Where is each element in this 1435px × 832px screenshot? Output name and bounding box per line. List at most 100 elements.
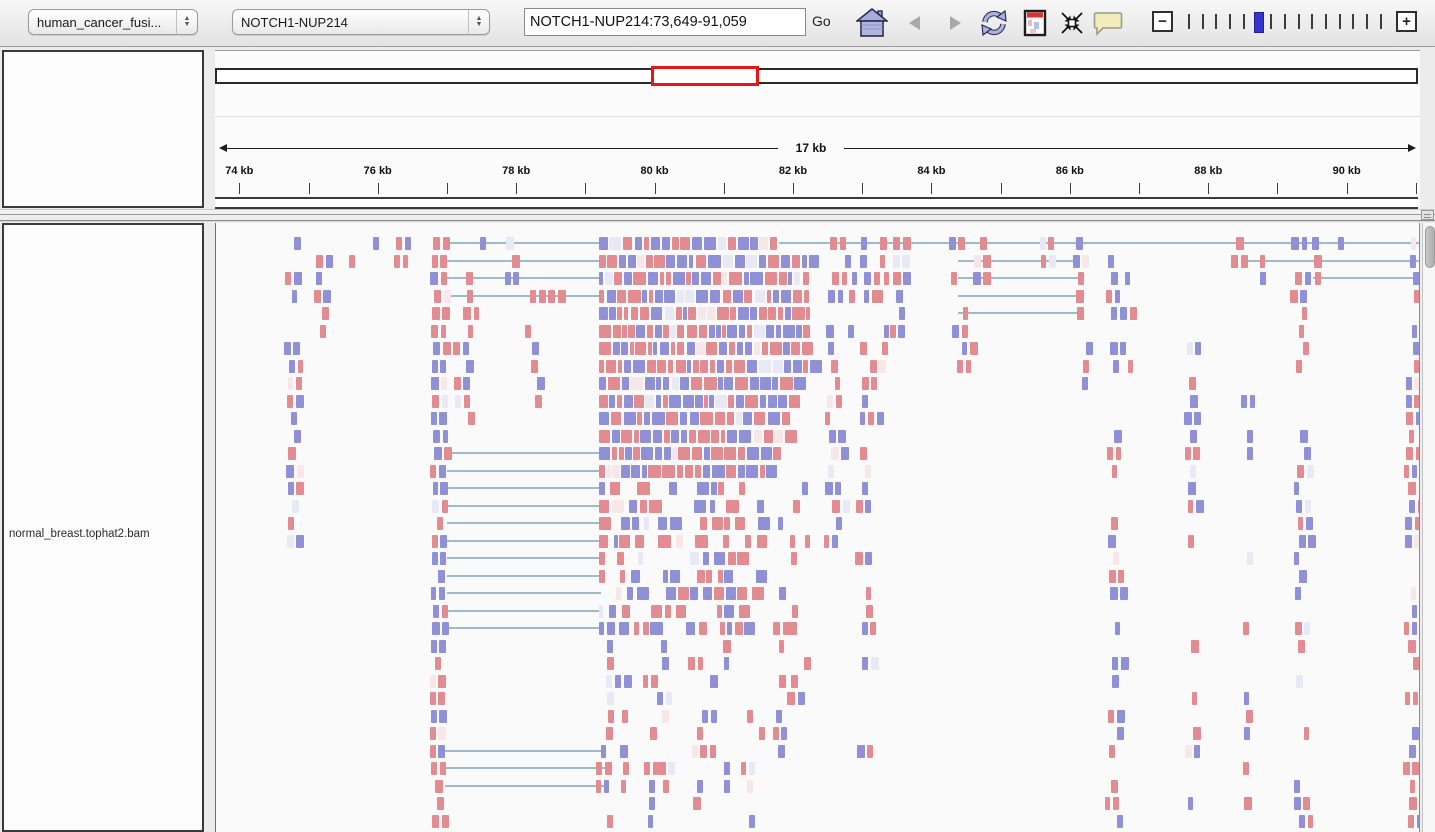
alignment-read[interactable] [644, 412, 650, 425]
alignment-read[interactable] [441, 272, 447, 285]
alignment-read[interactable] [835, 377, 840, 390]
alignment-read[interactable] [635, 342, 646, 355]
vertical-scrollbar[interactable] [1422, 223, 1435, 832]
alignment-read[interactable] [696, 342, 705, 355]
alignment-read[interactable] [439, 640, 446, 653]
alignment-read[interactable] [1306, 517, 1313, 530]
alignment-read[interactable] [893, 255, 900, 268]
alignment-read[interactable] [701, 272, 711, 285]
alignment-read[interactable] [1247, 447, 1253, 460]
alignment-read[interactable] [662, 237, 670, 250]
alignment-read[interactable] [617, 395, 622, 408]
alignment-read[interactable] [762, 342, 768, 355]
alignment-read[interactable] [903, 272, 910, 285]
alignment-read[interactable] [373, 237, 379, 250]
alignment-read[interactable] [1243, 762, 1249, 775]
alignment-read[interactable] [454, 377, 460, 390]
alignment-read[interactable] [609, 395, 615, 408]
alignment-read[interactable] [658, 517, 667, 530]
alignment-read[interactable] [1416, 447, 1420, 460]
alignment-read[interactable] [644, 237, 650, 250]
alignment-read[interactable] [1410, 255, 1416, 268]
alignment-read[interactable] [619, 535, 630, 548]
alignment-read[interactable] [738, 237, 749, 250]
alignment-read[interactable] [633, 447, 640, 460]
alignment-read[interactable] [613, 325, 621, 338]
alignment-read[interactable] [599, 605, 603, 618]
alignment-read[interactable] [612, 447, 617, 460]
alignment-read[interactable] [649, 290, 654, 303]
alignment-read[interactable] [1078, 272, 1084, 285]
alignment-read[interactable] [724, 377, 733, 390]
alignment-read[interactable] [768, 395, 777, 408]
alignment-read[interactable] [655, 447, 662, 460]
alignment-read[interactable] [637, 412, 642, 425]
alignment-read[interactable] [700, 517, 707, 530]
alignment-read[interactable] [864, 272, 871, 285]
alignment-read[interactable] [685, 465, 693, 478]
alignment-read[interactable] [696, 255, 706, 268]
alignment-read[interactable] [433, 482, 438, 495]
alignment-read[interactable] [1298, 640, 1305, 653]
alignment-read[interactable] [758, 517, 770, 530]
zoom-tick[interactable] [1229, 14, 1231, 29]
alignment-read[interactable] [663, 325, 668, 338]
alignment-read[interactable] [1406, 395, 1412, 408]
alignment-read[interactable] [860, 412, 865, 425]
alignment-read[interactable] [284, 342, 291, 355]
alignment-read[interactable] [599, 290, 604, 303]
alignment-read[interactable] [828, 342, 835, 355]
alignment-read[interactable] [438, 692, 445, 705]
alignment-read[interactable] [962, 342, 968, 355]
alignment-read[interactable] [530, 290, 536, 303]
alignment-read[interactable] [773, 290, 780, 303]
alignment-read[interactable] [1128, 360, 1133, 373]
alignment-read[interactable] [1241, 395, 1248, 408]
alignment-read[interactable] [746, 465, 758, 478]
alignment-read[interactable] [750, 377, 759, 390]
alignment-read[interactable] [1411, 237, 1417, 250]
zoom-tick[interactable] [1380, 14, 1382, 29]
alignment-read[interactable] [437, 797, 444, 810]
alignment-read[interactable] [865, 465, 871, 478]
alignment-read[interactable] [671, 342, 675, 355]
alignment-read[interactable] [1077, 307, 1084, 320]
alignment-read[interactable] [703, 465, 711, 478]
alignment-read[interactable] [706, 342, 716, 355]
alignment-read[interactable] [599, 360, 604, 373]
alignment-read[interactable] [793, 290, 802, 303]
alignment-read[interactable] [1117, 727, 1124, 740]
zoom-tick[interactable] [1284, 14, 1286, 29]
alignment-read[interactable] [620, 745, 628, 758]
alignment-read[interactable] [681, 430, 687, 443]
alignment-read[interactable] [724, 447, 735, 460]
alignment-read[interactable] [632, 517, 639, 530]
alignment-read[interactable] [804, 290, 809, 303]
alignment-read[interactable] [828, 465, 835, 478]
alignment-read[interactable] [730, 307, 735, 320]
alignment-read[interactable] [791, 675, 798, 688]
alignment-read[interactable] [625, 447, 632, 460]
alignment-read[interactable] [1414, 377, 1419, 390]
alignment-read[interactable] [1040, 237, 1045, 250]
alignment-read[interactable] [432, 815, 439, 828]
alignment-read[interactable] [735, 255, 745, 268]
alignment-read[interactable] [718, 482, 723, 495]
zoom-tick[interactable] [1325, 14, 1327, 29]
alignment-read[interactable] [599, 307, 608, 320]
chromosome-ideogram[interactable] [215, 68, 1418, 84]
alignment-read[interactable] [663, 377, 670, 390]
alignment-read[interactable] [1414, 395, 1420, 408]
alignment-read[interactable] [637, 587, 649, 600]
alignment-read[interactable] [790, 535, 795, 548]
alignment-read[interactable] [728, 552, 736, 565]
alignment-read[interactable] [1185, 447, 1190, 460]
alignment-read[interactable] [646, 255, 653, 268]
alignment-read[interactable] [754, 342, 760, 355]
alignment-read[interactable] [656, 377, 661, 390]
alignment-read[interactable] [726, 465, 736, 478]
alignment-read[interactable] [737, 342, 744, 355]
alignment-read[interactable] [606, 675, 612, 688]
alignment-read[interactable] [1304, 727, 1309, 740]
alignment-read[interactable] [654, 255, 665, 268]
